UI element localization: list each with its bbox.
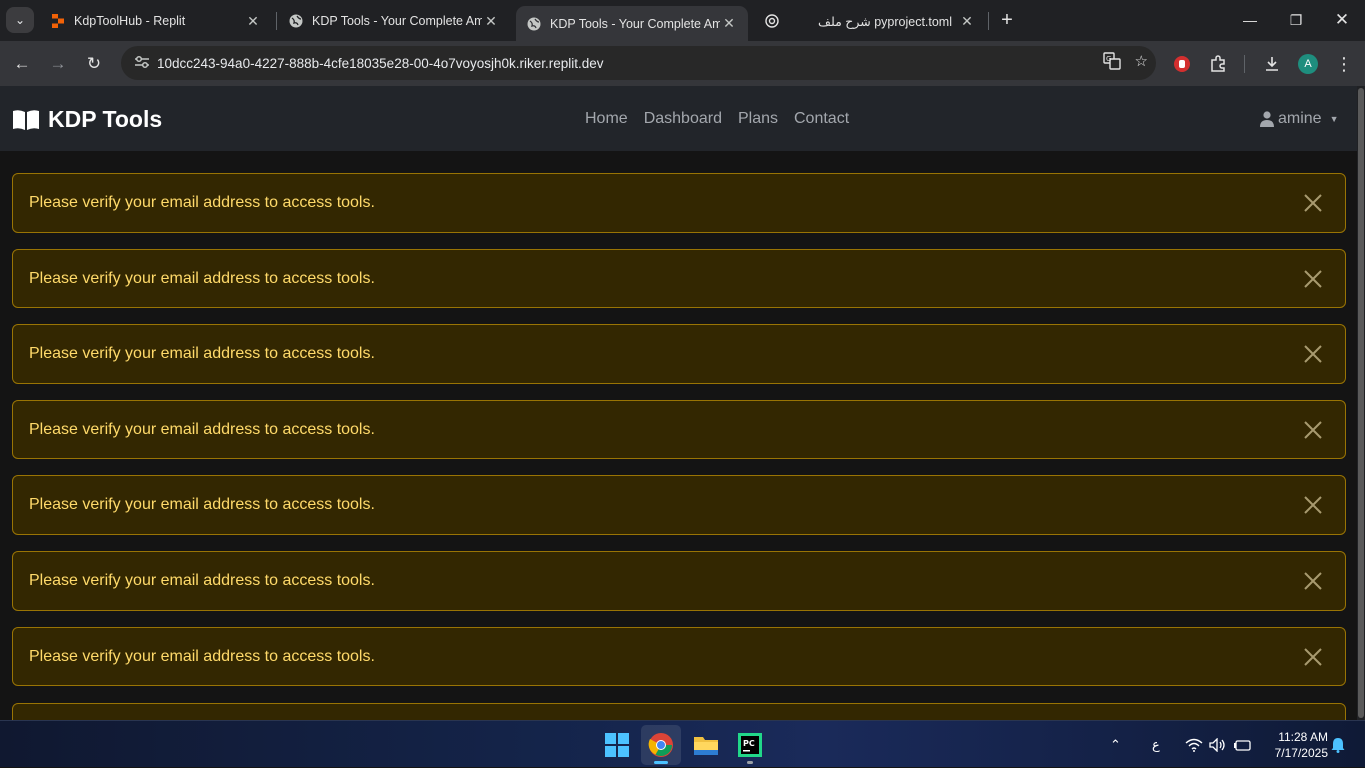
tab-title: شرح ملف pyproject.toml — [818, 14, 952, 29]
user-dropdown[interactable]: amine ▼ — [1260, 110, 1339, 128]
url-text: 10dcc243-94a0-4227-888b-4cfe18035e28-00-… — [157, 55, 604, 71]
brand-link[interactable]: KDP Tools — [12, 106, 162, 133]
forward-arrow-icon[interactable]: → — [44, 50, 72, 78]
translate-icon[interactable]: G — [1102, 52, 1121, 74]
main-content: Please verify your email address to acce… — [0, 151, 1357, 720]
replit-icon — [50, 13, 66, 29]
globe-icon — [288, 13, 304, 29]
tab-close-icon[interactable]: ✕ — [720, 15, 738, 33]
svg-text:PC: PC — [743, 739, 755, 748]
close-icon[interactable] — [1293, 183, 1333, 223]
alert-message: Please verify your email address to acce… — [29, 194, 375, 211]
close-icon[interactable] — [1293, 410, 1333, 450]
site-settings-icon[interactable] — [127, 55, 157, 72]
alert-message: Please verify your email address to acce… — [29, 572, 375, 589]
close-icon[interactable] — [1293, 561, 1333, 601]
browser-tab-kdp-2-active[interactable]: KDP Tools - Your Complete Ama ✕ — [516, 6, 748, 41]
browser-tab-chatgpt[interactable]: شرح ملف pyproject.toml ✕ — [754, 6, 986, 36]
show-hidden-icons-chevron-icon[interactable]: ⌃ — [1110, 721, 1121, 768]
address-bar[interactable]: 10dcc243-94a0-4227-888b-4cfe18035e28-00-… — [121, 46, 1156, 80]
globe-icon — [526, 16, 542, 32]
clock-date: 7/17/2025 — [1274, 746, 1328, 760]
extension-stop-icon[interactable] — [1170, 52, 1194, 76]
browser-toolbar: ← → ↻ 10dcc243-94a0-4227-888b-4cfe18035e… — [0, 41, 1365, 86]
browser-tab-kdp-1[interactable]: KDP Tools - Your Complete Ama ✕ — [278, 6, 510, 36]
tab-title: KdpToolHub - Replit — [74, 14, 186, 28]
tab-close-icon[interactable]: ✕ — [482, 12, 500, 30]
alert-message: Please verify your email address to acce… — [29, 647, 375, 665]
toolbar-separator — [1244, 55, 1245, 73]
alert-message: Please verify your email address to acce… — [29, 420, 375, 438]
back-arrow-icon[interactable]: ← — [8, 50, 36, 78]
alert-warning: Please verify your email address to acce… — [12, 551, 1346, 611]
active-indicator — [654, 761, 668, 764]
more-menu-icon[interactable]: ⋮ — [1332, 52, 1356, 76]
download-icon[interactable] — [1260, 52, 1284, 76]
volume-icon[interactable] — [1209, 721, 1227, 768]
tab-separator — [988, 12, 989, 30]
alert-warning-partial — [12, 703, 1346, 720]
minimize-button[interactable]: — — [1227, 6, 1273, 34]
site-navbar: KDP Tools Home Dashboard Plans Contact a… — [0, 86, 1357, 151]
nav-link-dashboard[interactable]: Dashboard — [644, 110, 722, 128]
close-icon[interactable] — [1293, 485, 1333, 525]
nav-link-home[interactable]: Home — [585, 110, 628, 128]
profile-avatar[interactable]: A — [1298, 54, 1318, 74]
user-icon — [1260, 111, 1274, 127]
reload-icon[interactable]: ↻ — [80, 50, 108, 78]
browser-tab-strip: ⌄ KdpToolHub - Replit ✕ KDP Tools - Your… — [0, 0, 1365, 41]
page-scrollbar-thumb[interactable] — [1358, 88, 1364, 718]
windows-taskbar: PC ⌃ ع 11:28 AM 7/17/2025 — [0, 720, 1365, 767]
main-nav: Home Dashboard Plans Contact — [585, 110, 865, 128]
brand-name: KDP Tools — [48, 106, 163, 132]
tab-search-button[interactable]: ⌄ — [6, 7, 34, 33]
nav-link-plans[interactable]: Plans — [738, 110, 778, 128]
new-tab-button[interactable]: + — [996, 9, 1018, 31]
pycharm-icon[interactable]: PC — [730, 725, 770, 765]
alert-message: Please verify your email address to acce… — [29, 345, 375, 362]
alert-warning: Please verify your email address to acce… — [12, 173, 1346, 233]
clock-time: 11:28 AM — [1278, 730, 1328, 744]
notification-bell-icon[interactable] — [1331, 721, 1345, 768]
close-icon[interactable] — [1293, 259, 1333, 299]
alert-message: Please verify your email address to acce… — [29, 269, 375, 287]
close-icon[interactable] — [1293, 637, 1333, 677]
user-name: amine — [1278, 110, 1322, 127]
alert-warning: Please verify your email address to acce… — [12, 400, 1346, 459]
tab-close-icon[interactable]: ✕ — [958, 12, 976, 30]
close-icon[interactable] — [1293, 334, 1333, 374]
running-indicator — [747, 761, 753, 764]
alert-message: Please verify your email address to acce… — [29, 496, 375, 513]
system-clock[interactable]: 11:28 AM 7/17/2025 — [1262, 729, 1328, 761]
svg-text:G: G — [1106, 55, 1111, 63]
chrome-taskbar-icon[interactable] — [641, 725, 681, 765]
windows-start-icon[interactable] — [597, 725, 637, 765]
extensions-puzzle-icon[interactable] — [1206, 52, 1230, 76]
alert-warning: Please verify your email address to acce… — [12, 324, 1346, 384]
tab-title: KDP Tools - Your Complete Ama — [550, 16, 720, 31]
nav-link-contact[interactable]: Contact — [794, 110, 849, 128]
book-open-icon — [13, 109, 39, 130]
tab-title: KDP Tools - Your Complete Ama — [312, 14, 482, 28]
close-window-button[interactable]: ✕ — [1319, 6, 1365, 34]
input-language[interactable]: ع — [1152, 721, 1160, 768]
chatgpt-icon — [764, 13, 780, 29]
wifi-icon[interactable] — [1185, 721, 1203, 768]
bookmark-star-icon[interactable]: ☆ — [1135, 52, 1148, 74]
browser-tab-replit[interactable]: KdpToolHub - Replit ✕ — [40, 6, 272, 36]
file-explorer-icon[interactable] — [686, 725, 726, 765]
chevron-down-icon: ⌄ — [14, 13, 26, 27]
alert-warning: Please verify your email address to acce… — [12, 249, 1346, 308]
tab-close-icon[interactable]: ✕ — [244, 12, 262, 30]
alert-warning: Please verify your email address to acce… — [12, 475, 1346, 535]
maximize-button[interactable]: ❐ — [1273, 6, 1319, 34]
caret-down-icon: ▼ — [1329, 114, 1339, 124]
alert-warning: Please verify your email address to acce… — [12, 627, 1346, 686]
battery-icon[interactable] — [1234, 721, 1252, 768]
tab-separator — [276, 12, 277, 30]
